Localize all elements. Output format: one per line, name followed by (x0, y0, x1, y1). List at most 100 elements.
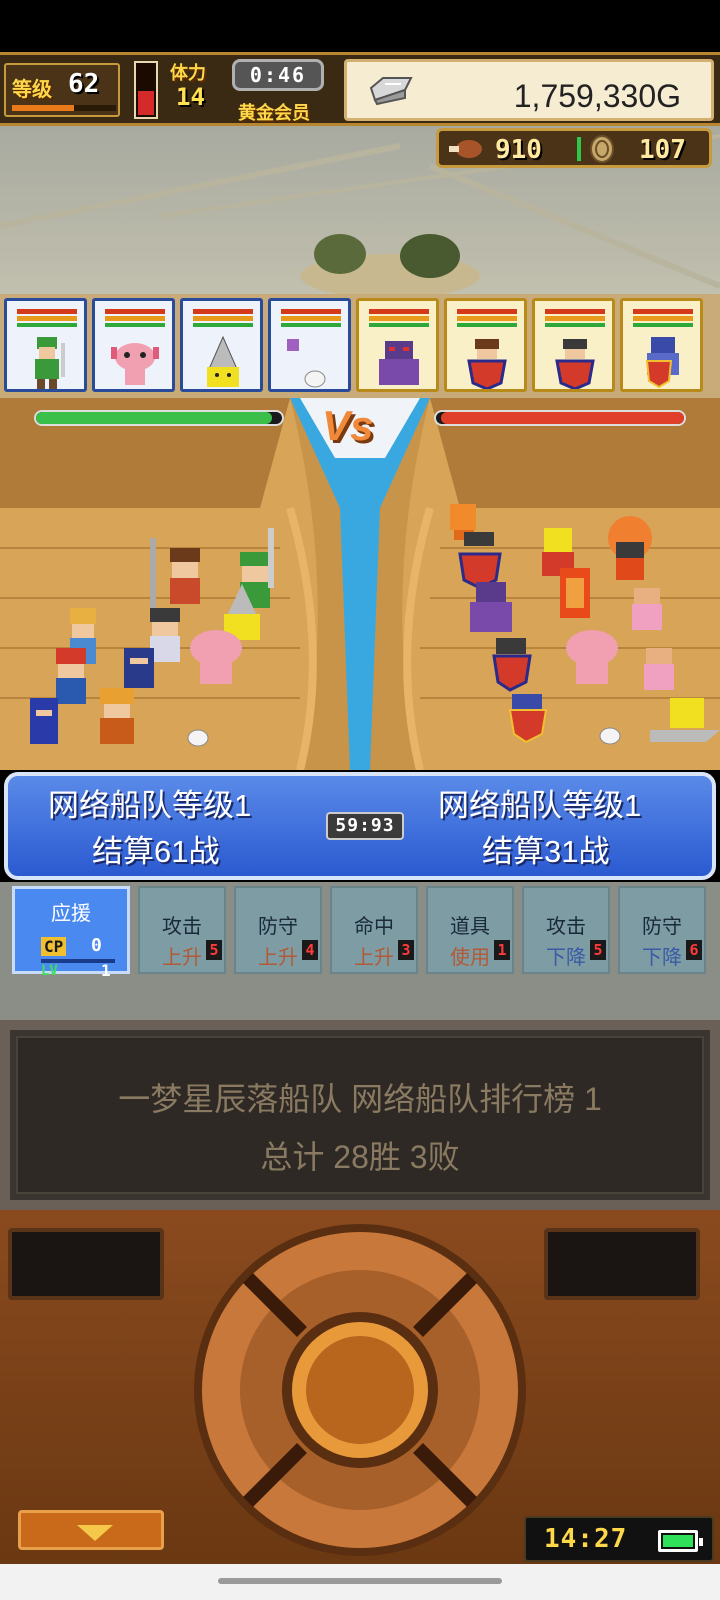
battle-scene: Vs (0, 398, 720, 770)
stamina-label: 体力 (170, 63, 206, 83)
enemy-unit (599, 727, 621, 745)
enemy-unit (566, 630, 618, 684)
fleet-ranking-text: 一梦星辰落船队 网络船队排行榜 1 (118, 1081, 602, 1117)
coin-count: 107 (639, 135, 686, 165)
island-graphic (300, 234, 480, 296)
controller-panel: 14:27 (0, 1210, 720, 1564)
drill-robot-sprite (207, 335, 239, 387)
demon-knight-sprite (379, 341, 419, 385)
enemy-units-group (450, 504, 720, 745)
ally-team-hp-bar (34, 410, 284, 426)
armored-knight-sprite (645, 337, 679, 389)
enemy-unit (458, 532, 502, 590)
right-shoulder-button[interactable] (544, 1228, 700, 1300)
gold-amount: 1,759,330G (513, 78, 681, 114)
button-label: 攻击 (546, 916, 586, 938)
enemy-team-name: 网络船队等级1 (438, 788, 642, 823)
cp-value: 0 (91, 935, 102, 956)
ally-card[interactable] (92, 298, 175, 392)
left-shoulder-button[interactable] (8, 1228, 164, 1300)
system-navigation-bar (0, 1564, 720, 1600)
battle-timer: 59:93 (326, 812, 404, 840)
home-gesture-handle[interactable] (218, 1578, 502, 1584)
attack-up-button[interactable]: 攻击 上升 5 (138, 886, 226, 974)
support-button[interactable]: 应援 CP 0 LV 1 (12, 886, 130, 980)
unit-card-strip (0, 294, 720, 398)
ally-card[interactable] (4, 298, 87, 392)
stamina-timer-text: 0:46 (249, 63, 307, 87)
uses-count: 1 (494, 940, 510, 960)
meat-icon (449, 140, 482, 158)
vs-label: Vs (322, 402, 374, 449)
ally-unit (100, 688, 134, 744)
silver-ingot-icon (369, 77, 413, 106)
enemy-unit (632, 588, 662, 630)
defense-down-button[interactable]: 防守 下降 6 (618, 886, 706, 974)
small-pet-sprite (287, 339, 326, 388)
uses-count: 5 (206, 940, 222, 960)
stamina-timer: 0:46 (232, 59, 324, 91)
clock-text: 14:27 (544, 1524, 628, 1554)
ally-card[interactable] (180, 298, 263, 392)
enemy-unit (470, 582, 512, 632)
defense-up-button[interactable]: 防守 上升 4 (234, 886, 322, 974)
battle-score-panel: 网络船队等级1 结算61战 59:93 网络船队等级1 结算31战 (4, 772, 716, 880)
enemy-card[interactable] (356, 298, 439, 392)
enemy-unit (492, 638, 532, 692)
enemy-unit (644, 648, 674, 690)
attack-down-button[interactable]: 攻击 下降 5 (522, 886, 610, 974)
button-label: 道具 (450, 916, 490, 938)
experience-bar (12, 105, 116, 111)
resource-bar: 910 107 (436, 128, 712, 168)
top-hud: 等级 62 体力 14 0:46 黄金会员 1,759,330G (0, 52, 720, 126)
button-label: 防守 (258, 916, 298, 938)
button-label: 命中 (354, 916, 394, 938)
down-arrow-icon (77, 1525, 113, 1541)
ally-team-result: 结算61战 (92, 834, 220, 869)
accuracy-up-button[interactable]: 命中 上升 3 (330, 886, 418, 974)
swordsman-sprite (35, 337, 65, 389)
stamina-gauge (134, 61, 158, 119)
ally-units-group (30, 528, 274, 747)
button-label: 防守 (642, 916, 682, 938)
enemy-unit (560, 568, 590, 618)
directional-pad[interactable] (192, 1222, 528, 1558)
ally-unit (124, 648, 154, 688)
shield-pirate-sprite (467, 339, 507, 389)
enemy-card[interactable] (444, 298, 527, 392)
stamina-value: 14 (176, 83, 205, 111)
axolotl-sprite (111, 343, 159, 385)
uses-count: 3 (398, 940, 414, 960)
coin-icon (590, 135, 614, 163)
gold-member-label[interactable]: 黄金会员 (238, 99, 310, 125)
ally-team-name: 网络船队等级1 (48, 788, 252, 823)
shield-pirate-sprite (555, 339, 595, 389)
cp-label: CP (41, 937, 67, 956)
support-label: 应援 (51, 903, 91, 925)
button-label: 攻击 (162, 916, 202, 938)
uses-count: 5 (590, 940, 606, 960)
ally-card[interactable] (268, 298, 351, 392)
ally-unit (150, 608, 180, 662)
status-clock: 14:27 (524, 1516, 714, 1562)
use-item-button[interactable]: 道具 使用 1 (426, 886, 514, 974)
divider (577, 137, 581, 161)
enemy-unit (508, 694, 548, 744)
ally-unit (30, 698, 58, 744)
uses-count: 4 (302, 940, 318, 960)
level-value: 62 (68, 69, 100, 99)
command-bar: 应援 CP 0 LV 1 攻击 上升 5 防守 上升 4 命中 上升 3 道具 … (0, 882, 720, 980)
info-message-box: 一梦星辰落船队 网络船队排行榜 1 总计 28胜 3败 (0, 1020, 720, 1210)
spacer (0, 978, 720, 1020)
battery-icon (658, 1530, 703, 1552)
menu-toggle-button[interactable] (18, 1510, 164, 1550)
ally-unit (56, 648, 86, 704)
level-label: 等级 (12, 79, 52, 101)
gold-panel[interactable]: 1,759,330G (344, 59, 714, 121)
ally-unit (190, 630, 242, 684)
ally-unit (187, 729, 209, 747)
ally-unit (150, 538, 200, 618)
enemy-team-hp-bar (434, 410, 686, 426)
enemy-card[interactable] (620, 298, 703, 392)
enemy-card[interactable] (532, 298, 615, 392)
